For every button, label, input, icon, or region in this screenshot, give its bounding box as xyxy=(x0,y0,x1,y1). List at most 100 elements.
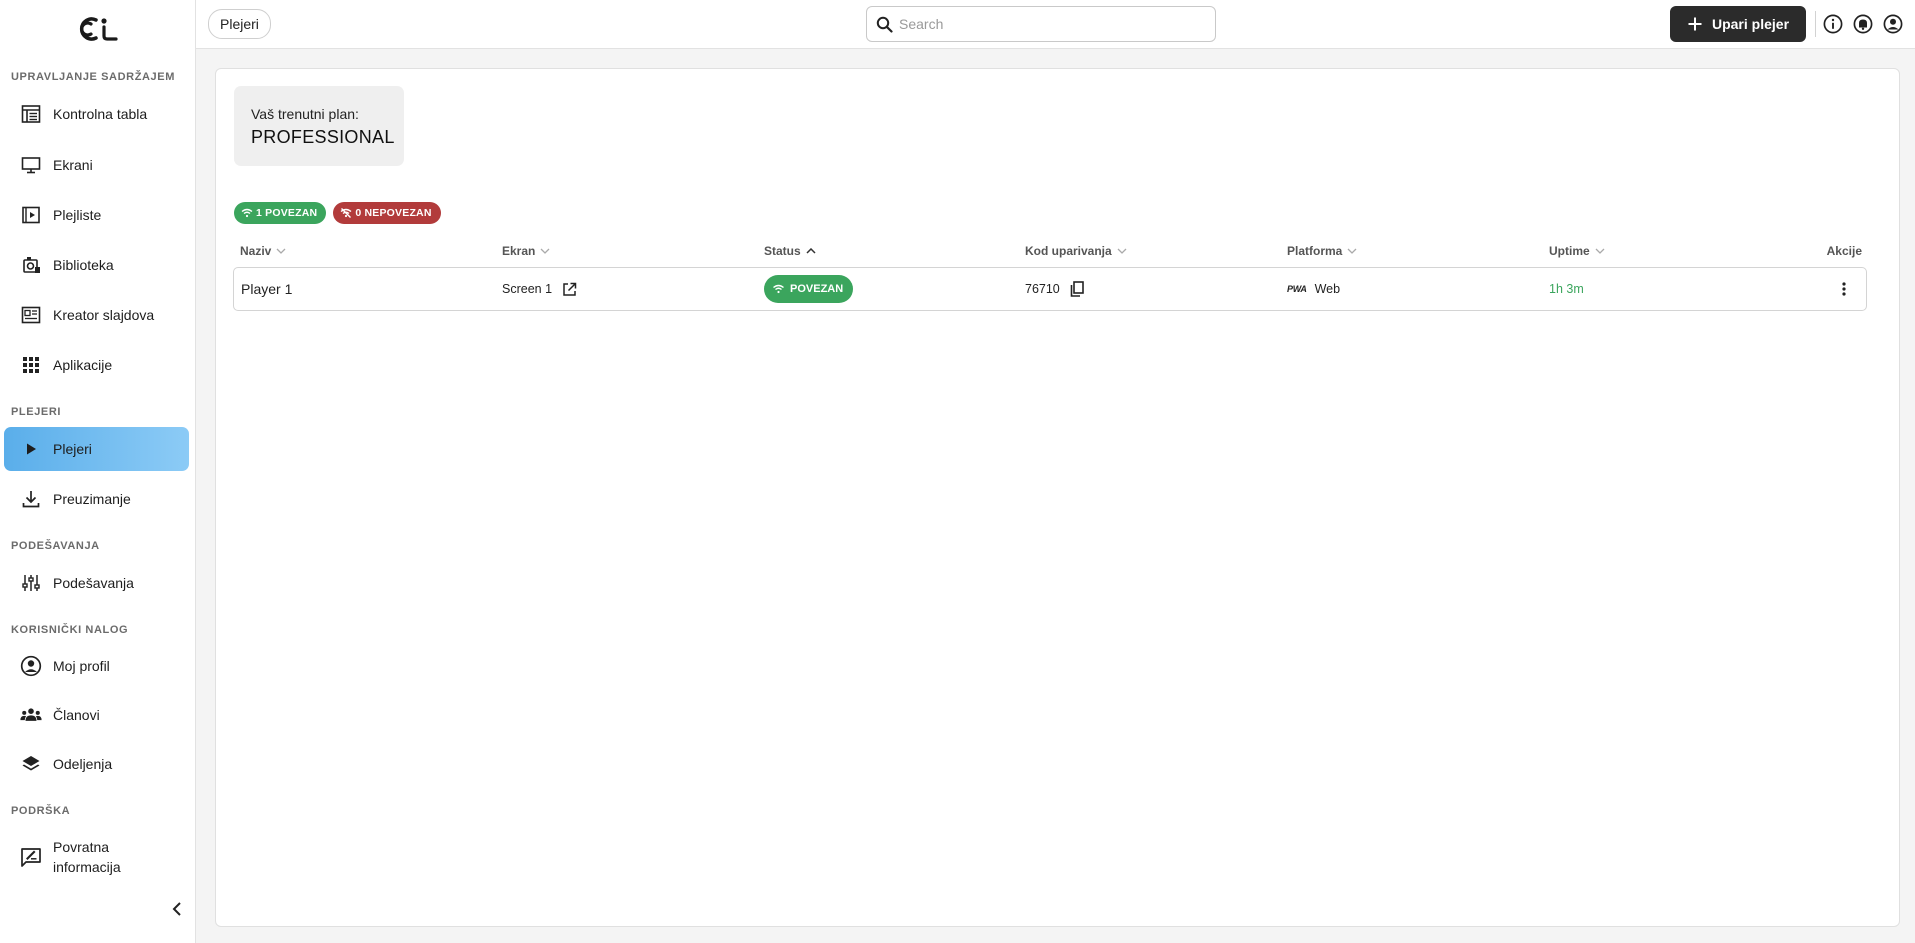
user-avatar-icon xyxy=(1883,14,1903,34)
monitor-icon xyxy=(20,154,42,176)
sidebar-item-label: Aplikacije xyxy=(53,357,113,373)
apps-grid-icon xyxy=(20,354,42,376)
sidebar-item-label: Moj profil xyxy=(53,658,110,674)
more-vertical-icon xyxy=(1842,282,1846,296)
sidebar-item-apps[interactable]: Aplikacije xyxy=(4,343,189,387)
column-header-platform[interactable]: Platforma xyxy=(1287,237,1357,265)
sidebar-item-feedback[interactable]: Povratna informacija xyxy=(4,832,189,882)
pairing-code-cell: 76710 xyxy=(1025,268,1084,310)
status-label: POVEZAN xyxy=(790,283,844,295)
sidebar-item-settings[interactable]: Podešavanja xyxy=(4,561,189,605)
info-button[interactable] xyxy=(1822,13,1844,35)
chevron-down-icon xyxy=(1595,248,1605,254)
library-icon xyxy=(20,254,42,276)
section-heading-content: UPRAVLJANJE SADRŽAJEM xyxy=(11,71,175,83)
sidebar-item-slide-creator[interactable]: Kreator slajdova xyxy=(4,293,189,337)
column-header-uptime[interactable]: Uptime xyxy=(1549,237,1605,265)
top-bar: Plejeri Upari plejer xyxy=(196,0,1915,49)
notifications-button[interactable] xyxy=(1852,13,1874,35)
sidebar-item-my-profile[interactable]: Moj profil xyxy=(4,644,189,688)
breadcrumb[interactable]: Plejeri xyxy=(208,9,271,39)
layers-icon xyxy=(20,753,42,775)
download-icon xyxy=(20,488,42,510)
sidebar: UPRAVLJANJE SADRŽAJEM Kontrolna tabla Ek… xyxy=(0,0,196,943)
column-header-status[interactable]: Status xyxy=(764,237,816,265)
sidebar-item-members[interactable]: Članovi xyxy=(4,693,189,737)
sidebar-item-players[interactable]: Plejeri xyxy=(4,427,189,471)
bell-icon xyxy=(1853,14,1873,34)
pair-player-button[interactable]: Upari plejer xyxy=(1670,6,1806,42)
column-header-actions: Akcije xyxy=(1826,244,1862,258)
sidebar-item-label: Povratna informacija xyxy=(53,839,121,875)
sidebar-item-label: Biblioteka xyxy=(53,257,114,273)
section-heading-account: KORISNIČKI NALOG xyxy=(11,624,129,636)
chevron-down-icon xyxy=(1117,248,1127,254)
plan-value: PROFESSIONAL xyxy=(251,127,395,147)
section-heading-support: PODRŠKA xyxy=(11,805,71,817)
sidebar-item-screens[interactable]: Ekrani xyxy=(4,143,189,187)
sidebar-item-label: Kontrolna tabla xyxy=(53,106,148,122)
chevron-down-icon xyxy=(276,248,286,254)
sidebar-item-label: Ekrani xyxy=(53,157,93,173)
pwa-logo: PWA xyxy=(1287,284,1307,294)
status-badge: POVEZAN xyxy=(764,275,854,303)
column-header-name[interactable]: Naziv xyxy=(240,237,286,265)
sliders-icon xyxy=(20,572,42,594)
feedback-icon xyxy=(20,846,42,868)
app-logo[interactable] xyxy=(0,0,195,58)
platform-cell: PWA Web xyxy=(1287,268,1340,310)
members-icon xyxy=(20,704,42,726)
table-row[interactable]: Player 1 Screen 1 POVEZAN 76710 PWA Web … xyxy=(233,267,1867,311)
chevron-down-icon xyxy=(540,248,550,254)
status-summary: 1 POVEZAN 0 NEPOVEZAN xyxy=(234,202,441,224)
sidebar-item-library[interactable]: Biblioteka xyxy=(4,243,189,287)
chevron-up-icon xyxy=(806,248,816,254)
players-card: Vaš trenutni plan: PROFESSIONAL 1 POVEZA… xyxy=(215,68,1900,927)
column-header-pairing-code[interactable]: Kod uparivanja xyxy=(1025,237,1127,265)
player-name[interactable]: Player 1 xyxy=(241,268,292,310)
search-icon xyxy=(876,16,893,33)
sidebar-item-label: Odeljenja xyxy=(53,756,113,772)
sidebar-item-label: Kreator slajdova xyxy=(53,307,155,323)
wifi-icon xyxy=(241,208,253,218)
wifi-off-icon xyxy=(340,208,352,218)
search-input[interactable] xyxy=(899,16,1189,32)
current-plan-box: Vaš trenutni plan: PROFESSIONAL xyxy=(234,86,404,166)
sidebar-item-label: Preuzimanje xyxy=(53,491,131,507)
collapse-sidebar-button[interactable] xyxy=(166,898,188,920)
disconnected-badge-label: 0 NEPOVEZAN xyxy=(355,207,432,219)
player-screen: Screen 1 xyxy=(502,282,553,296)
pair-player-label: Upari plejer xyxy=(1711,16,1790,32)
external-link-icon[interactable] xyxy=(562,282,577,297)
sidebar-item-label: Podešavanja xyxy=(53,575,134,591)
section-heading-players: PLEJERI xyxy=(11,406,62,418)
copy-icon[interactable] xyxy=(1070,281,1084,297)
connected-badge[interactable]: 1 POVEZAN xyxy=(234,202,327,224)
uptime: 1h 3m xyxy=(1549,282,1584,296)
chevron-left-icon xyxy=(172,902,181,916)
account-button[interactable] xyxy=(1882,13,1904,35)
section-heading-settings: PODEŠAVANJA xyxy=(11,540,100,552)
platform-name: Web xyxy=(1314,282,1341,296)
sidebar-item-departments[interactable]: Odeljenja xyxy=(4,742,189,786)
sidebar-item-label: Plejeri xyxy=(53,441,92,457)
sidebar-item-playlists[interactable]: Plejliste xyxy=(4,193,189,237)
row-actions-button[interactable] xyxy=(1834,279,1854,299)
player-screen-cell[interactable]: Screen 1 xyxy=(502,268,577,310)
connected-badge-label: 1 POVEZAN xyxy=(256,207,318,219)
player-status-cell: POVEZAN xyxy=(764,268,854,310)
chevron-down-icon xyxy=(1347,248,1357,254)
playlist-icon xyxy=(20,204,42,226)
column-header-screen[interactable]: Ekran xyxy=(502,237,550,265)
table-header: Naziv Ekran Status Kod uparivanja Platfo… xyxy=(234,237,1868,265)
wifi-icon xyxy=(773,284,784,294)
sidebar-item-label: Članovi xyxy=(53,707,100,723)
dashboard-icon xyxy=(20,103,42,125)
plus-icon xyxy=(1687,16,1703,32)
search-box[interactable] xyxy=(866,6,1216,42)
sidebar-item-download[interactable]: Preuzimanje xyxy=(4,477,189,521)
play-icon xyxy=(20,438,42,460)
pairing-code: 76710 xyxy=(1025,282,1060,296)
disconnected-badge[interactable]: 0 NEPOVEZAN xyxy=(333,202,441,224)
sidebar-item-dashboard[interactable]: Kontrolna tabla xyxy=(4,92,189,136)
